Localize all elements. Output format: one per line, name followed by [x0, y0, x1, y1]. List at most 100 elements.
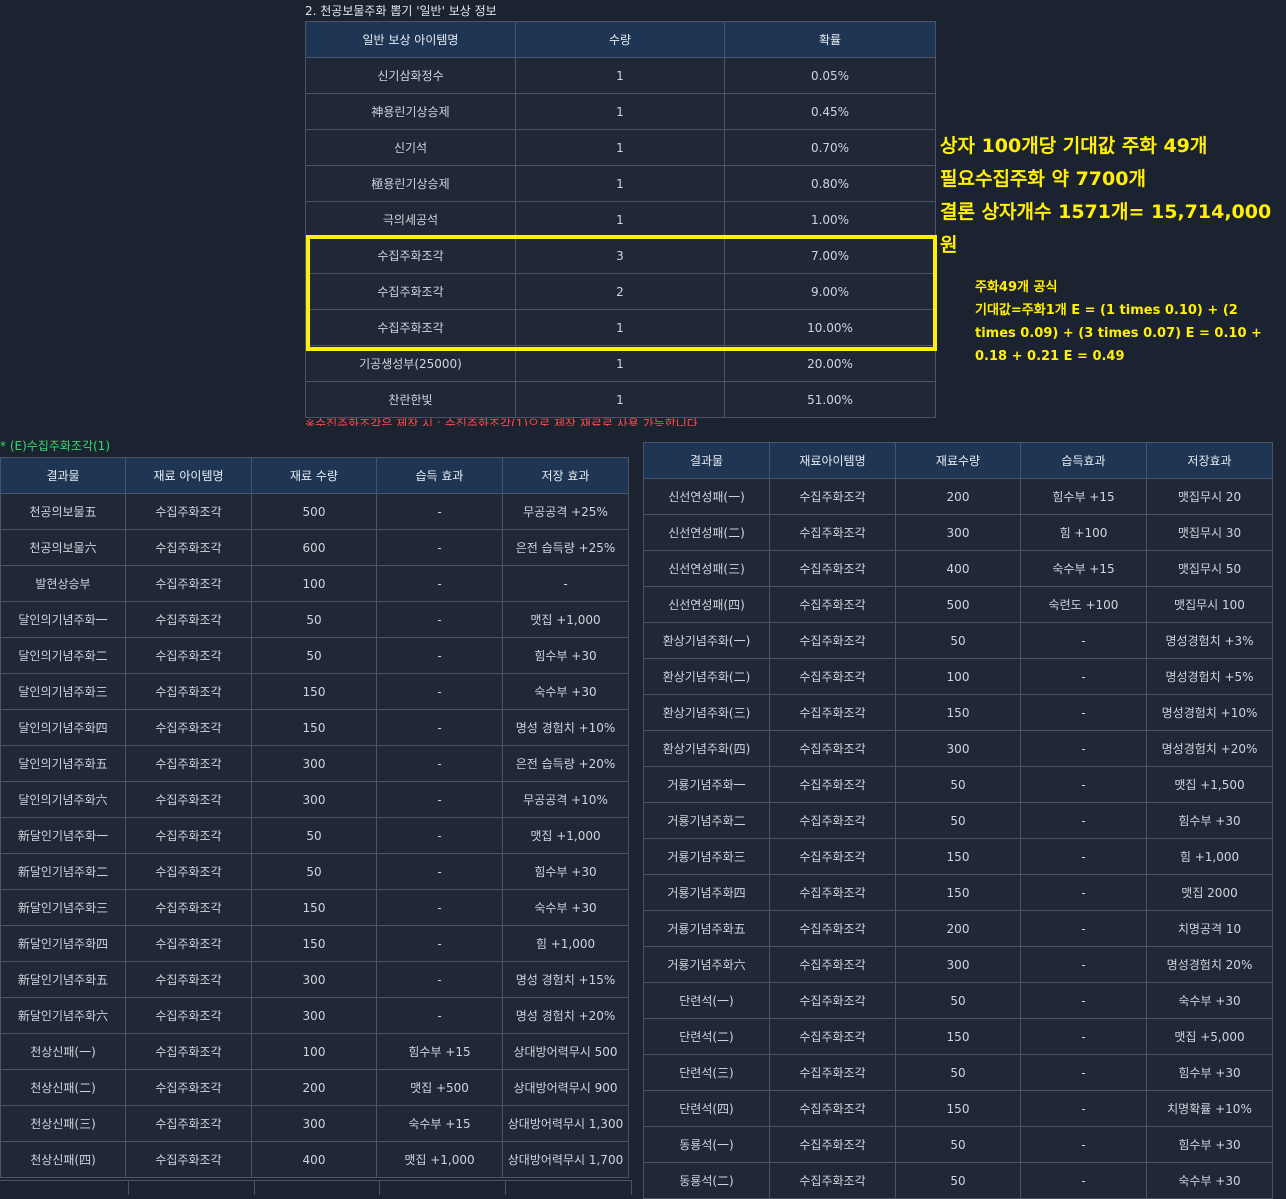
table-cell: 수집주화조각 [769, 550, 896, 587]
table-cell: 상대방어력무시 1,700 [502, 1141, 629, 1178]
table-cell: 명성 경험치 +20% [502, 997, 629, 1034]
table-row: 달인의기념주화四 수집주화조각 150- 명성 경험치 +10% [0, 709, 629, 746]
table-cell: 150 [251, 889, 377, 926]
column-header: 결과물 [643, 442, 770, 479]
table-cell: 맷집무시 20 [1146, 478, 1273, 515]
table-cell: 수집주화조각 [125, 781, 252, 818]
table-cell: 수집주화조각 [769, 1126, 896, 1163]
table-row: 新달인기념주화三 수집주화조각 150- 숙수부 +30 [0, 889, 629, 926]
table-cell: 수집주화조각 [769, 694, 896, 731]
table-cell: 500 [895, 586, 1021, 623]
table-cell: - [376, 565, 503, 602]
table-cell: 수집주화조각 [769, 910, 896, 947]
table-cell: 수집주화조각 [769, 658, 896, 695]
craft-table-left: 결과물 재료 아이템명 재료 수량 습득 효과 저장 효과 천공의보물五 수집주화… [0, 457, 629, 1178]
table-cell: 거룡기념주화六 [643, 946, 770, 983]
table-cell: 숙수부 +15 [376, 1105, 503, 1142]
table-cell: - [376, 493, 503, 530]
table-cell: - [376, 529, 503, 566]
table-cell: 51.00% [724, 381, 936, 418]
table-cell: - [376, 889, 503, 926]
table-cell: 힘수부 +30 [1146, 1054, 1273, 1091]
table-cell: 맷집 +1,000 [502, 817, 629, 854]
table-row: 발현상승부 수집주화조각 100- - [0, 565, 629, 602]
table-row: 極용린기상승제 1 0.80% [305, 165, 936, 202]
table-cell: 맷집 2000 [1146, 874, 1273, 911]
table-cell: 300 [895, 946, 1021, 983]
table-cell: 수집주화조각 [125, 1141, 252, 1178]
table-cell: 수집주화조각 [125, 1069, 252, 1106]
table-cell: 숙수부 +30 [1146, 1162, 1273, 1199]
table-cell: 수집주화조각 [769, 874, 896, 911]
table-row: 신기삼화정수 1 0.05% [305, 57, 936, 94]
table-cell: 단련석(一) [643, 982, 770, 1019]
table-cell: 수집주화조각 [125, 673, 252, 710]
table-cell: 新달인기념주화一 [0, 817, 126, 854]
table-cell: 맷집 +1,500 [1146, 766, 1273, 803]
table-cell: 1 [515, 381, 725, 418]
table-row: 거룡기념주화六 수집주화조각 300- 명성경험치 20% [643, 946, 1273, 983]
table-cell: - [1020, 658, 1147, 695]
table-cell: 명성경험치 +10% [1146, 694, 1273, 731]
table-row: 거룡기념주화一 수집주화조각 50- 맷집 +1,500 [643, 766, 1273, 803]
table-cell: 600 [251, 529, 377, 566]
table-cell: 명성 경험치 +10% [502, 709, 629, 746]
table-cell: 은전 습득량 +25% [502, 529, 629, 566]
table-row: 달인의기념주화五 수집주화조각 300- 은전 습득량 +20% [0, 745, 629, 782]
table-cell: 천상신패(一) [0, 1033, 126, 1070]
table-cell: 천상신패(三) [0, 1105, 126, 1142]
table-cell: 힘수부 +15 [1020, 478, 1147, 515]
table-cell: 1.00% [724, 201, 936, 238]
table-row: 천상신패(四) 수집주화조각 400 맷집 +1,000 상대방어력무시 1,700 [0, 1141, 629, 1178]
table-cell: 수집주화조각 [769, 838, 896, 875]
table-cell: 수집주화조각 [125, 961, 252, 998]
table-cell: 찬란한빛 [305, 381, 516, 418]
table-cell: 신선연성패(三) [643, 550, 770, 587]
table-row: 신선연성패(四) 수집주화조각 500 숙련도 +100 맷집무시 100 [643, 586, 1273, 623]
table-row: 달인의기념주화一 수집주화조각 50- 맷집 +1,000 [0, 601, 629, 638]
table-cell: 수집주화조각 [125, 709, 252, 746]
table-cell: 무공공격 +25% [502, 493, 629, 530]
table-cell: 50 [895, 1054, 1021, 1091]
table-cell: 달인의기념주화四 [0, 709, 126, 746]
table-cell: 거룡기념주화三 [643, 838, 770, 875]
table-cell: - [1020, 622, 1147, 659]
table-cell: 상대방어력무시 500 [502, 1033, 629, 1070]
table-cell: - [376, 601, 503, 638]
table-cell: 맷집무시 50 [1146, 550, 1273, 587]
table-cell: 달인의기념주화一 [0, 601, 126, 638]
table-cell: 수집주화조각 [125, 745, 252, 782]
table-cell: 150 [895, 838, 1021, 875]
table-cell: 新달인기념주화六 [0, 997, 126, 1034]
table-cell: 300 [895, 514, 1021, 551]
summary-line: 결론 상자개수 1571개= 15,714,000원 [940, 201, 1272, 256]
table-row: 新달인기념주화五 수집주화조각 300- 명성 경험치 +15% [0, 961, 629, 998]
expected-value-summary: 상자 100개당 기대값 주화 49개 필요수집주화 약 7700개 결론 상자… [940, 130, 1286, 262]
table-cell: 상대방어력무시 900 [502, 1069, 629, 1106]
table-cell: 명성경험치 +5% [1146, 658, 1273, 695]
table-cell: - [376, 853, 503, 890]
table-cell: 수집주화조각 [125, 925, 252, 962]
table-cell: - [1020, 1126, 1147, 1163]
table-cell: - [1020, 874, 1147, 911]
table-cell: 단련석(四) [643, 1090, 770, 1127]
table-cell: 상대방어력무시 1,300 [502, 1105, 629, 1142]
table-row: 천공의보물六 수집주화조각 600- 은전 습득량 +25% [0, 529, 629, 566]
formula-body: 기대값=주화1개 E = (1 times 0.10) + (2 times 0… [975, 303, 1262, 364]
table-cell: 숙수부 +15 [1020, 550, 1147, 587]
table-row: 新달인기념주화一 수집주화조각 50- 맷집 +1,000 [0, 817, 629, 854]
table-cell: 천공의보물六 [0, 529, 126, 566]
table-cell: - [376, 997, 503, 1034]
column-header: 습득 효과 [376, 457, 503, 494]
table-row: 극의세공석 1 1.00% [305, 201, 936, 238]
table-cell: 천공의보물五 [0, 493, 126, 530]
table-cell: - [376, 637, 503, 674]
table-cell: - [1020, 730, 1147, 767]
table-cell: 300 [251, 745, 377, 782]
table-cell: 달인의기념주화六 [0, 781, 126, 818]
table-cell: 150 [251, 925, 377, 962]
table-cell: 천상신패(二) [0, 1069, 126, 1106]
table-cell: 新달인기념주화三 [0, 889, 126, 926]
table-cell: 은전 습득량 +20% [502, 745, 629, 782]
table-row: 新달인기념주화六 수집주화조각 300- 명성 경험치 +20% [0, 997, 629, 1034]
